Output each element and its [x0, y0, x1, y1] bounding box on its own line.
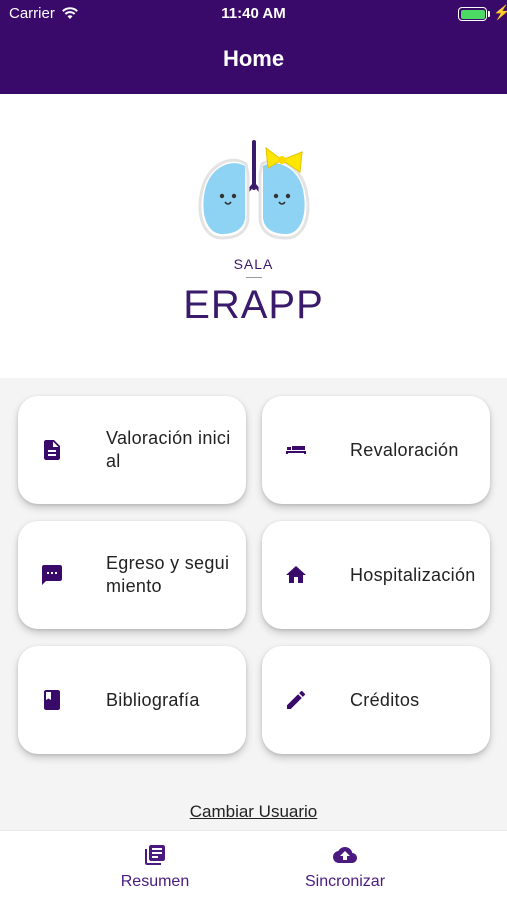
- charging-icon: ⚡: [493, 4, 507, 20]
- tab-bar: Resumen Sincronizar: [0, 830, 507, 900]
- menu-grid: Valoración inicial Revaloración Egreso y…: [0, 378, 507, 830]
- lungs-logo-icon: [198, 140, 310, 240]
- menu-card-label: Créditos: [350, 689, 420, 710]
- menu-card-label: Valoración inicial: [106, 428, 231, 471]
- logo-subtitle: SALA: [233, 256, 274, 272]
- status-bar: Carrier 11:40 AM ⚡: [0, 0, 507, 30]
- tab-label: Resumen: [120, 873, 190, 890]
- logo-brand: ERAPP: [183, 283, 324, 327]
- document-icon: [44, 440, 60, 460]
- newspaper-icon: [145, 845, 165, 865]
- menu-card-label: Bibliografía: [106, 689, 200, 710]
- clock: 11:40 AM: [221, 5, 286, 22]
- navigation-bar: Carrier 11:40 AM ⚡ Home: [0, 0, 507, 94]
- menu-card-valoracion-inicial[interactable]: Valoración inicial: [18, 396, 246, 504]
- battery-icon: [458, 7, 487, 21]
- change-user-link[interactable]: Cambiar Usuario: [0, 802, 507, 822]
- message-icon: [42, 565, 62, 585]
- logo-section: SALA ERAPP: [0, 94, 507, 378]
- menu-card-egreso-seguimiento[interactable]: Egreso y seguimiento: [18, 521, 246, 629]
- tab-sincronizar[interactable]: Sincronizar: [245, 831, 445, 900]
- menu-card-label: Revaloración: [350, 439, 459, 460]
- tab-resumen[interactable]: Resumen: [55, 831, 255, 900]
- menu-card-label: Egreso y seguimiento: [106, 553, 230, 596]
- menu-card-label: Hospitalización: [350, 564, 476, 585]
- home-icon: [286, 566, 306, 583]
- logo-divider: [246, 277, 262, 278]
- pencil-icon: [287, 690, 306, 709]
- menu-card-creditos[interactable]: Créditos: [262, 646, 490, 754]
- page-title: Home: [222, 46, 285, 71]
- menu-card-bibliografia[interactable]: Bibliografía: [18, 646, 246, 754]
- tab-label: Sincronizar: [304, 873, 386, 890]
- battery-tip: [488, 11, 490, 17]
- menu-card-hospitalizacion[interactable]: Hospitalización: [262, 521, 490, 629]
- cloud-upload-icon: [333, 847, 357, 863]
- menu-card-revaloracion[interactable]: Revaloración: [262, 396, 490, 504]
- book-icon: [44, 690, 60, 710]
- bed-icon: [286, 446, 306, 454]
